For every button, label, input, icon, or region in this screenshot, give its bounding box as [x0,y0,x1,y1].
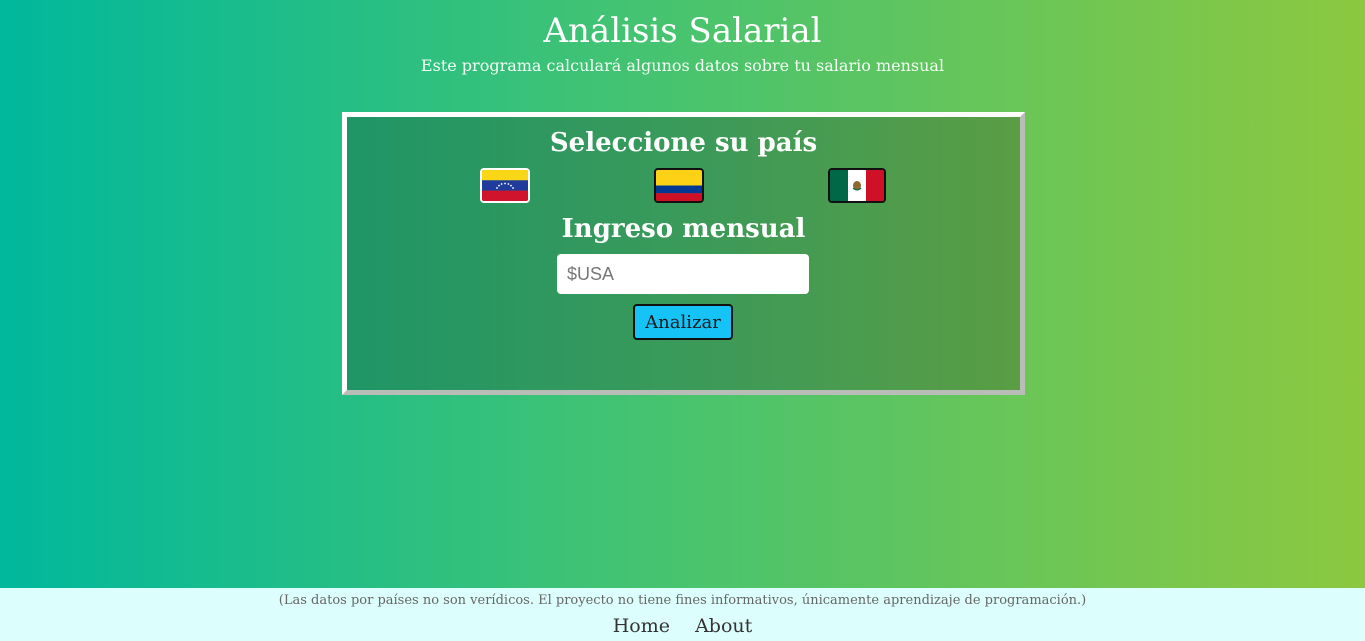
analyze-button[interactable]: Analizar [633,304,733,340]
venezuela-flag-icon[interactable] [480,168,530,203]
colombia-flag-icon[interactable] [654,168,704,203]
about-link[interactable]: About [695,614,752,638]
disclaimer-text: (Las datos por países no son verídicos. … [278,593,1087,608]
page-footer: (Las datos por países no son verídicos. … [0,588,1365,641]
home-link[interactable]: Home [613,614,670,638]
page-header: Análisis Salarial Este programa calcular… [0,10,1365,78]
page-title: Análisis Salarial [543,11,822,51]
salary-form-panel: Seleccione su país Ingreso mensual $USA … [342,112,1025,395]
footer-nav: Home About [0,614,1365,638]
monthly-income-input[interactable] [557,254,809,294]
income-heading: Ingreso mensual [561,214,806,244]
page-subtitle: Este programa calculará algunos datos so… [420,56,945,75]
country-heading: Seleccione su país [549,128,818,158]
mexico-flag-icon[interactable] [828,168,886,203]
